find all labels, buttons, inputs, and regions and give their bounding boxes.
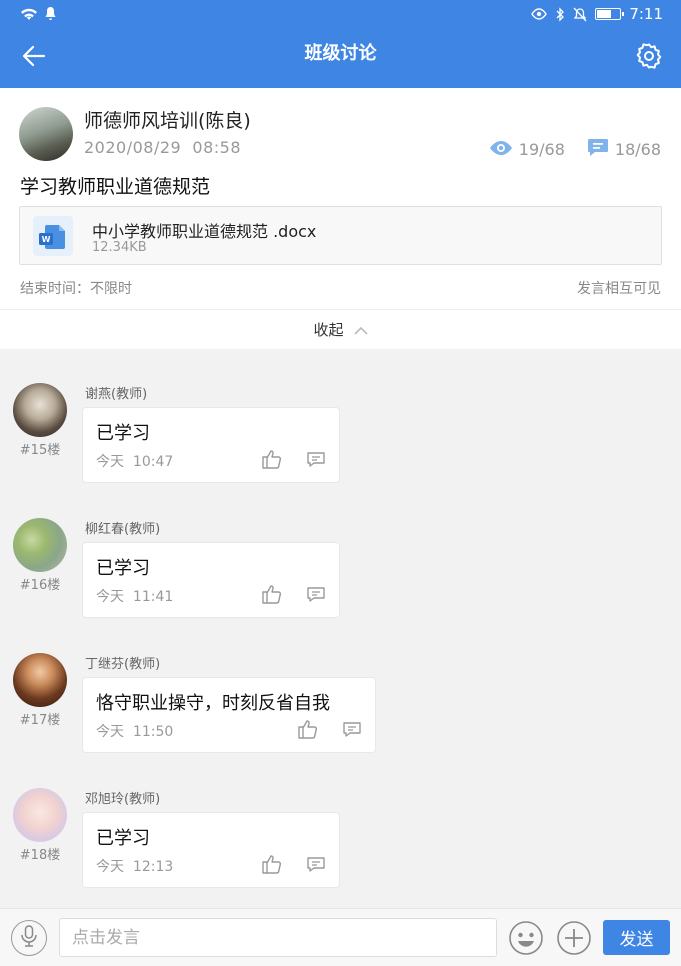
topic-title: 学习教师职业道德规范: [20, 176, 211, 198]
gear-icon: [635, 42, 663, 74]
replies-stat: 18/68: [587, 138, 661, 161]
plus-icon[interactable]: [556, 920, 592, 956]
emoji-icon[interactable]: [508, 920, 544, 956]
reply-author: 丁继芬(教师): [85, 657, 161, 672]
author-avatar[interactable]: [19, 107, 73, 161]
reply-time: 今天 11:50: [96, 721, 173, 741]
replies-count: 18/68: [614, 140, 661, 159]
floor-number: #16楼: [19, 578, 61, 593]
reply-text: 已学习: [96, 828, 150, 849]
reply-bubble: 已学习 今天 10:47: [82, 407, 340, 483]
end-time: 结束时间：不限时: [20, 278, 132, 298]
reply-bubble: 已学习 今天 12:13: [82, 812, 340, 888]
mute-bell-icon: [573, 7, 587, 22]
topic-timestamp: 2020/08/29 08:58: [84, 138, 241, 157]
reply-clock: 11:41: [132, 589, 174, 605]
eye-icon: [489, 140, 513, 160]
collapse-label: 收起: [313, 321, 344, 339]
views-stat: 19/68: [489, 140, 565, 160]
word-file-icon: W: [33, 216, 73, 256]
status-left: [20, 6, 57, 21]
chevron-up-icon: [353, 321, 368, 339]
title-bar: 班级讨论: [0, 30, 681, 80]
topic-stats: 19/68 18/68: [489, 138, 661, 161]
topic-card: 师德师风培训(陈良) 2020/08/29 08:58 19/68 18/68 …: [0, 88, 681, 309]
end-time-value: 不限时: [90, 281, 132, 297]
topic-date: 2020/08/29: [84, 138, 182, 157]
message-input[interactable]: [59, 918, 497, 957]
bluetooth-icon: [555, 6, 565, 22]
reply-text: 已学习: [96, 423, 150, 444]
floor-number: #15楼: [19, 443, 61, 458]
status-bar: 7:11: [0, 0, 681, 28]
microphone-icon: [20, 925, 38, 951]
reply-author: 柳红春(教师): [85, 522, 161, 537]
topic-author: 师德师风培训(陈良): [84, 110, 251, 132]
visibility-setting: 发言相互可见: [577, 281, 661, 297]
reply-item: #15楼 谢燕(教师) 已学习 今天 10:47: [0, 383, 681, 503]
attachment-size: 12.34KB: [92, 240, 147, 255]
app-bar: 7:11 班级讨论: [0, 0, 681, 88]
voice-button[interactable]: [11, 920, 47, 956]
wifi-icon: [20, 7, 38, 21]
svg-text:W: W: [42, 235, 51, 244]
reply-time: 今天 12:13: [96, 856, 173, 876]
floor-number: #17楼: [19, 713, 61, 728]
reply-time: 今天 11:41: [96, 586, 173, 606]
reply-time: 今天 10:47: [96, 451, 173, 471]
collapse-button[interactable]: 收起: [0, 309, 681, 349]
thumbs-up-icon[interactable]: [261, 853, 283, 875]
reply-day: 今天: [96, 454, 124, 470]
status-time: 7:11: [629, 5, 663, 23]
reply-text: 已学习: [96, 558, 150, 579]
comment-icon[interactable]: [305, 448, 327, 470]
attachment-file[interactable]: W 中小学教师职业道德规范 .docx 12.34KB: [19, 206, 662, 265]
end-time-label: 结束时间：: [20, 281, 90, 297]
status-right: 7:11: [531, 5, 663, 23]
eye-status-icon: [531, 8, 548, 20]
battery-icon: [595, 8, 625, 20]
reply-day: 今天: [96, 724, 124, 740]
reply-item: #18楼 邓旭玲(教师) 已学习 今天 12:13: [0, 788, 681, 908]
floor-number: #18楼: [19, 848, 61, 863]
avatar[interactable]: [13, 653, 67, 707]
topic-time: 08:58: [192, 138, 241, 157]
attachment-name: 中小学教师职业道德规范 .docx: [92, 222, 317, 241]
reply-author: 邓旭玲(教师): [85, 792, 161, 807]
reply-item: #17楼 丁继芬(教师) 恪守职业操守，时刻反省自我 今天 11:50: [0, 653, 681, 773]
reply-item: #16楼 柳红春(教师) 已学习 今天 11:41: [0, 518, 681, 638]
settings-button[interactable]: [629, 38, 669, 78]
comment-icon[interactable]: [305, 853, 327, 875]
reply-day: 今天: [96, 589, 124, 605]
reply-clock: 11:50: [132, 724, 174, 740]
send-button[interactable]: 发送: [603, 920, 670, 955]
reply-clock: 12:13: [132, 859, 174, 875]
reply-author: 谢燕(教师): [85, 387, 148, 402]
reply-text: 恪守职业操守，时刻反省自我: [96, 693, 330, 714]
avatar[interactable]: [13, 383, 67, 437]
input-bar: 发送: [0, 908, 681, 966]
page-title: 班级讨论: [304, 43, 377, 64]
avatar[interactable]: [13, 788, 67, 842]
avatar[interactable]: [13, 518, 67, 572]
reply-day: 今天: [96, 859, 124, 875]
message-icon: [587, 138, 609, 161]
views-count: 19/68: [518, 140, 565, 159]
notification-icon: [44, 6, 57, 21]
reply-bubble: 已学习 今天 11:41: [82, 542, 340, 618]
comment-icon[interactable]: [305, 583, 327, 605]
comment-icon[interactable]: [341, 718, 363, 740]
thumbs-up-icon[interactable]: [297, 718, 319, 740]
reply-clock: 10:47: [132, 454, 174, 470]
thumbs-up-icon[interactable]: [261, 583, 283, 605]
thumbs-up-icon[interactable]: [261, 448, 283, 470]
reply-bubble: 恪守职业操守，时刻反省自我 今天 11:50: [82, 677, 376, 753]
